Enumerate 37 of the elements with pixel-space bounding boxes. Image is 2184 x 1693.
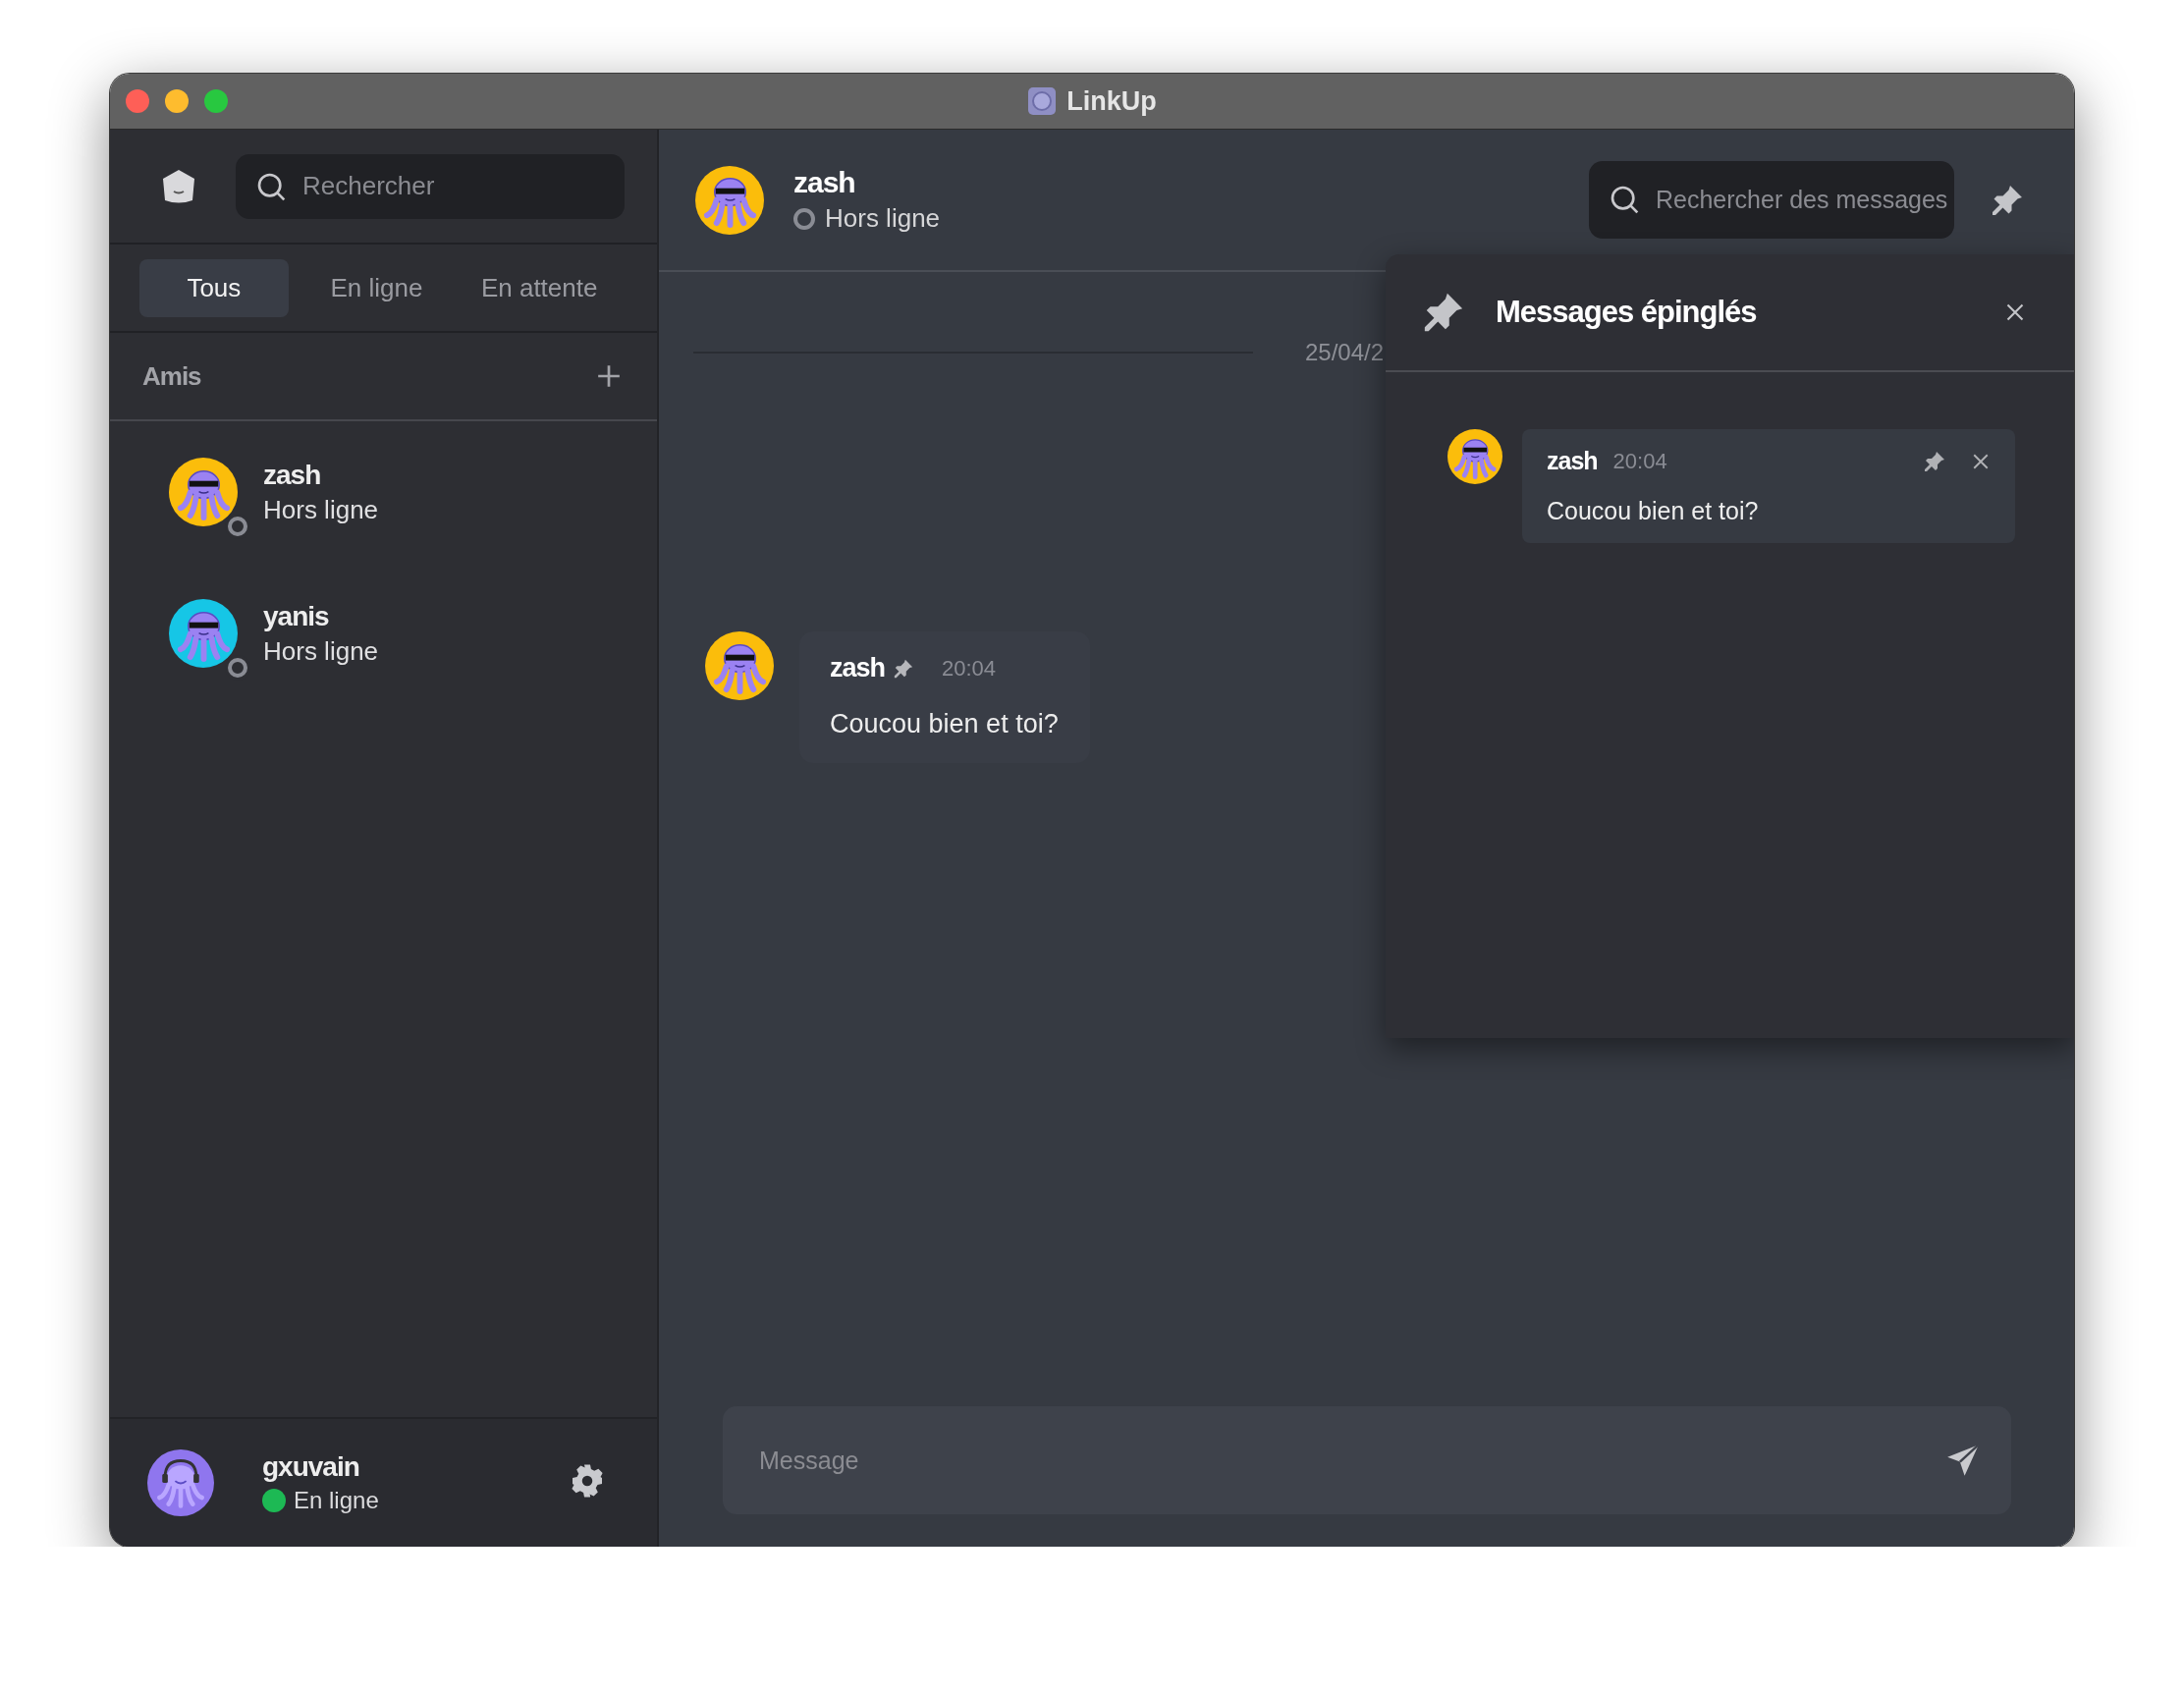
- close-button[interactable]: [2005, 302, 2025, 322]
- app-logo-icon: [1027, 86, 1058, 116]
- message-text: Coucou bien et toi?: [1547, 497, 1760, 525]
- plus-icon: [596, 363, 622, 389]
- friend-name[interactable]: zash: [263, 459, 379, 491]
- search-field[interactable]: Rechercher: [236, 153, 625, 219]
- close-icon: [1972, 452, 1990, 470]
- unpin-button[interactable]: [1923, 449, 1946, 473]
- message-time: 20:04: [942, 655, 997, 682]
- minimize-window-button[interactable]: [165, 89, 189, 113]
- contact-status: Hors ligne: [825, 203, 941, 234]
- settings-icon[interactable]: [570, 1463, 605, 1499]
- window-title: LinkUp: [1066, 85, 1157, 117]
- date-label: 25/04/2: [1305, 339, 1385, 366]
- search-icon: [1609, 184, 1640, 215]
- friend-status: Hors ligne: [263, 635, 379, 667]
- maximize-window-button[interactable]: [204, 89, 228, 113]
- message-author: zash: [830, 653, 886, 683]
- remove-button[interactable]: [1972, 452, 1990, 470]
- message-text: Coucou bien et toi?: [830, 709, 1059, 739]
- user-status: En ligne: [294, 1487, 379, 1514]
- friend-status: Hors ligne: [263, 494, 379, 525]
- close-icon: [2005, 302, 2025, 322]
- panel-title: Messages épinglés: [1496, 295, 1758, 330]
- filter-tab[interactable]: En attente: [464, 258, 614, 317]
- message-search-field[interactable]: Rechercher des messages: [1589, 161, 1954, 239]
- user-name: gxuvain: [262, 1451, 360, 1483]
- friend-name[interactable]: yanis: [263, 600, 379, 632]
- filter-tab[interactable]: En ligne: [301, 258, 452, 317]
- message-input-field[interactable]: Message: [723, 1406, 2011, 1514]
- avatar: [1447, 429, 1502, 484]
- contact-name: zash: [793, 166, 856, 199]
- filter-tab[interactable]: Tous: [139, 258, 289, 317]
- message-time: 20:04: [1612, 448, 1668, 474]
- section-title: Amis: [142, 360, 201, 392]
- message-author: zash: [1547, 447, 1598, 475]
- pin-icon: [1923, 449, 1946, 473]
